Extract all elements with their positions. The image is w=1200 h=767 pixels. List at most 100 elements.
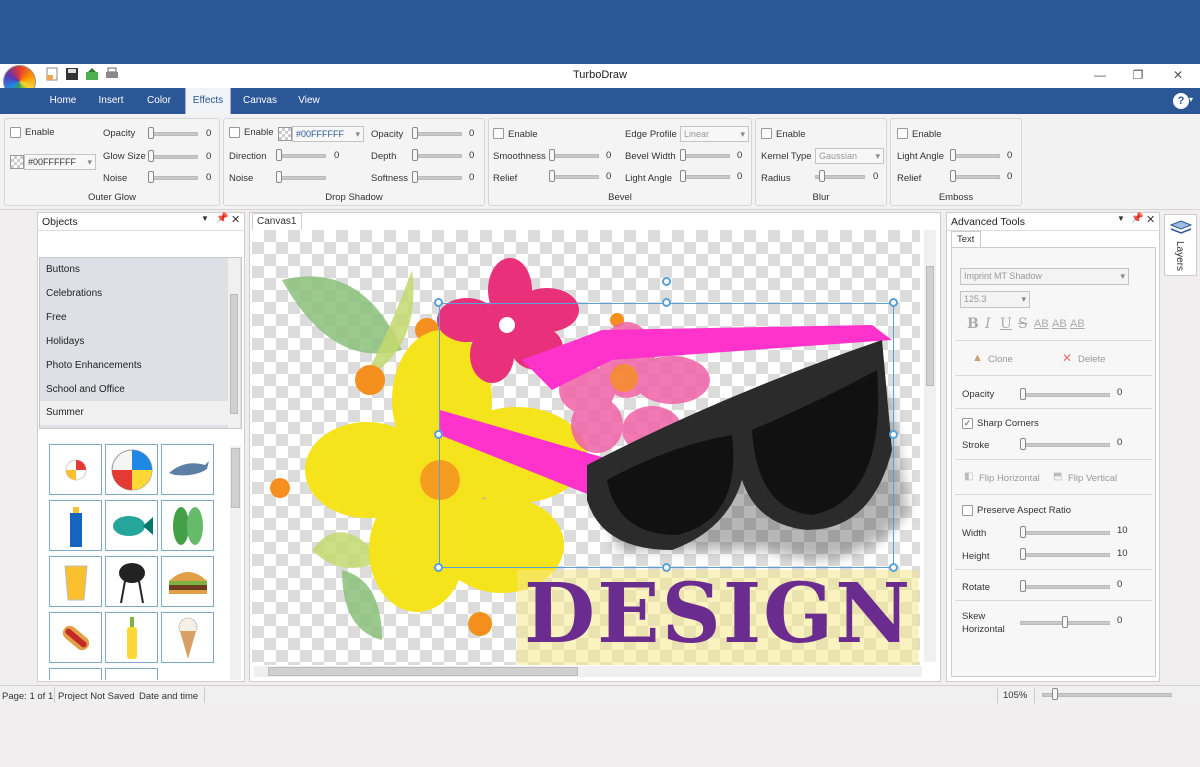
tab-view[interactable]: View <box>288 88 330 114</box>
clipart-flip-flops[interactable] <box>161 500 214 551</box>
bevel-width-slider[interactable] <box>680 149 730 161</box>
drop-shadow-depth-slider[interactable] <box>412 149 462 161</box>
resize-handle-nw[interactable] <box>434 298 443 307</box>
font-size-select[interactable]: 125.3 <box>960 291 1030 308</box>
help-icon[interactable]: ? <box>1173 93 1189 109</box>
clipart-hotdog[interactable] <box>49 612 102 663</box>
objects-panel-pin-icon[interactable]: 📌 <box>216 213 228 224</box>
advanced-tools-text-tab[interactable]: Text <box>951 231 981 247</box>
maximize-icon[interactable]: ❐ <box>1124 66 1152 84</box>
emboss-relief-slider[interactable] <box>950 170 1000 182</box>
drop-shadow-noise-slider[interactable] <box>276 171 326 183</box>
resize-handle-n[interactable] <box>662 298 671 307</box>
outer-glow-opacity-slider[interactable] <box>148 127 198 139</box>
clipart-beach-ball-small[interactable] <box>49 444 102 495</box>
clipart-burger[interactable] <box>161 556 214 607</box>
canvas-vertical-scrollbar[interactable] <box>924 230 936 662</box>
rotate-slider[interactable] <box>1020 580 1110 592</box>
bevel-smoothness-slider[interactable] <box>549 149 599 161</box>
bevel-enable-checkbox[interactable] <box>493 128 504 139</box>
outer-glow-size-slider[interactable] <box>148 150 198 162</box>
blur-enable-checkbox[interactable] <box>761 128 772 139</box>
canvas-tab[interactable]: Canvas1 <box>252 213 302 230</box>
close-icon[interactable]: ✕ <box>1164 66 1192 84</box>
resize-handle-ne[interactable] <box>889 298 898 307</box>
help-dropdown-icon[interactable]: ▾ <box>1189 95 1193 104</box>
clipart-scrollbar[interactable] <box>230 446 241 680</box>
canvas-design-text[interactable]: DESIGN <box>524 564 912 664</box>
outer-glow-color-select[interactable]: #00FFFFFF <box>24 154 96 170</box>
clipart-palm-1[interactable] <box>49 668 102 680</box>
outer-glow-enable-checkbox[interactable] <box>10 127 21 138</box>
tab-home[interactable]: Home <box>42 88 84 114</box>
preserve-aspect-checkbox[interactable] <box>962 505 973 516</box>
width-slider[interactable] <box>1020 526 1110 538</box>
drop-shadow-direction-slider[interactable] <box>276 149 326 161</box>
zoom-slider[interactable] <box>1042 688 1172 700</box>
emboss-enable-checkbox[interactable] <box>897 128 908 139</box>
emboss-light-angle-slider[interactable] <box>950 149 1000 161</box>
drop-shadow-color-swatch[interactable] <box>278 127 292 141</box>
resize-handle-s[interactable] <box>662 563 671 572</box>
clipart-dolphin[interactable] <box>161 444 214 495</box>
selection-box[interactable] <box>439 303 894 568</box>
category-scrollbar[interactable] <box>228 258 240 428</box>
stroke-slider[interactable] <box>1020 438 1110 450</box>
advanced-tools-pin-icon[interactable]: 📌 <box>1131 213 1143 224</box>
clipart-palm-2[interactable] <box>105 668 158 680</box>
clipart-lemonade[interactable] <box>49 556 102 607</box>
bevel-relief-slider[interactable] <box>549 170 599 182</box>
strikethrough-button[interactable]: S <box>1018 316 1028 332</box>
category-celebrations[interactable]: Celebrations <box>40 282 228 306</box>
minimize-icon[interactable]: — <box>1086 66 1114 84</box>
advanced-tools-menu-icon[interactable]: ▼ <box>1117 214 1125 223</box>
resize-handle-sw[interactable] <box>434 563 443 572</box>
height-slider[interactable] <box>1020 548 1110 560</box>
clipart-sunscreen[interactable] <box>49 500 102 551</box>
clipart-grill[interactable] <box>105 556 158 607</box>
outer-glow-noise-slider[interactable] <box>148 171 198 183</box>
opacity-slider[interactable] <box>1020 388 1110 400</box>
clone-button[interactable]: Clone <box>988 354 1013 365</box>
drop-shadow-enable-checkbox[interactable] <box>229 127 240 138</box>
tab-insert[interactable]: Insert <box>90 88 132 114</box>
advanced-tools-close-icon[interactable]: ✕ <box>1146 213 1155 226</box>
clipart-ice-cream[interactable] <box>161 612 214 663</box>
emboss-text-button[interactable]: AB <box>1070 318 1085 330</box>
flip-vertical-button[interactable]: Flip Vertical <box>1068 473 1117 484</box>
underline-button[interactable]: U <box>1000 316 1012 332</box>
outer-glow-color-swatch[interactable] <box>10 155 24 169</box>
skew-horizontal-slider[interactable] <box>1020 616 1110 628</box>
resize-handle-se[interactable] <box>889 563 898 572</box>
category-photo-enhancements[interactable]: Photo Enhancements <box>40 354 228 378</box>
resize-handle-e[interactable] <box>889 430 898 439</box>
drop-shadow-opacity-slider[interactable] <box>412 127 462 139</box>
clipart-bottle[interactable] <box>105 612 158 663</box>
bevel-light-angle-slider[interactable] <box>680 170 730 182</box>
outline-text-button[interactable]: AB <box>1034 318 1049 330</box>
category-school-and-office[interactable]: School and Office <box>40 378 228 402</box>
blur-kernel-type-select[interactable]: Gaussian <box>815 148 884 164</box>
clipart-beach-ball[interactable] <box>105 444 158 495</box>
drop-shadow-color-select[interactable]: #00FFFFFF <box>292 126 364 142</box>
category-summer[interactable]: Summer <box>40 401 228 425</box>
flip-horizontal-button[interactable]: Flip Horizontal <box>979 473 1040 484</box>
italic-button[interactable]: I <box>985 316 991 332</box>
drawing-canvas[interactable]: DESIGN <box>252 230 920 665</box>
rotate-handle[interactable] <box>662 277 671 286</box>
clipart-fish[interactable] <box>105 500 158 551</box>
tab-effects[interactable]: Effects <box>185 88 231 114</box>
objects-panel-menu-icon[interactable]: ▼ <box>201 214 209 223</box>
tab-color[interactable]: Color <box>138 88 180 114</box>
objects-panel-close-icon[interactable]: ✕ <box>231 213 240 226</box>
shadow-text-button[interactable]: AB <box>1052 318 1067 330</box>
bold-button[interactable]: B <box>967 316 979 332</box>
delete-button[interactable]: Delete <box>1078 354 1105 365</box>
tab-canvas[interactable]: Canvas <box>236 88 284 114</box>
layers-side-tab[interactable]: Layers <box>1164 214 1197 276</box>
category-free[interactable]: Free <box>40 306 228 330</box>
bevel-edge-profile-select[interactable]: Linear <box>680 126 749 142</box>
canvas-horizontal-scrollbar[interactable] <box>254 666 922 677</box>
category-buttons[interactable]: Buttons <box>40 258 228 282</box>
sharp-corners-checkbox[interactable]: ✓ <box>962 418 973 429</box>
